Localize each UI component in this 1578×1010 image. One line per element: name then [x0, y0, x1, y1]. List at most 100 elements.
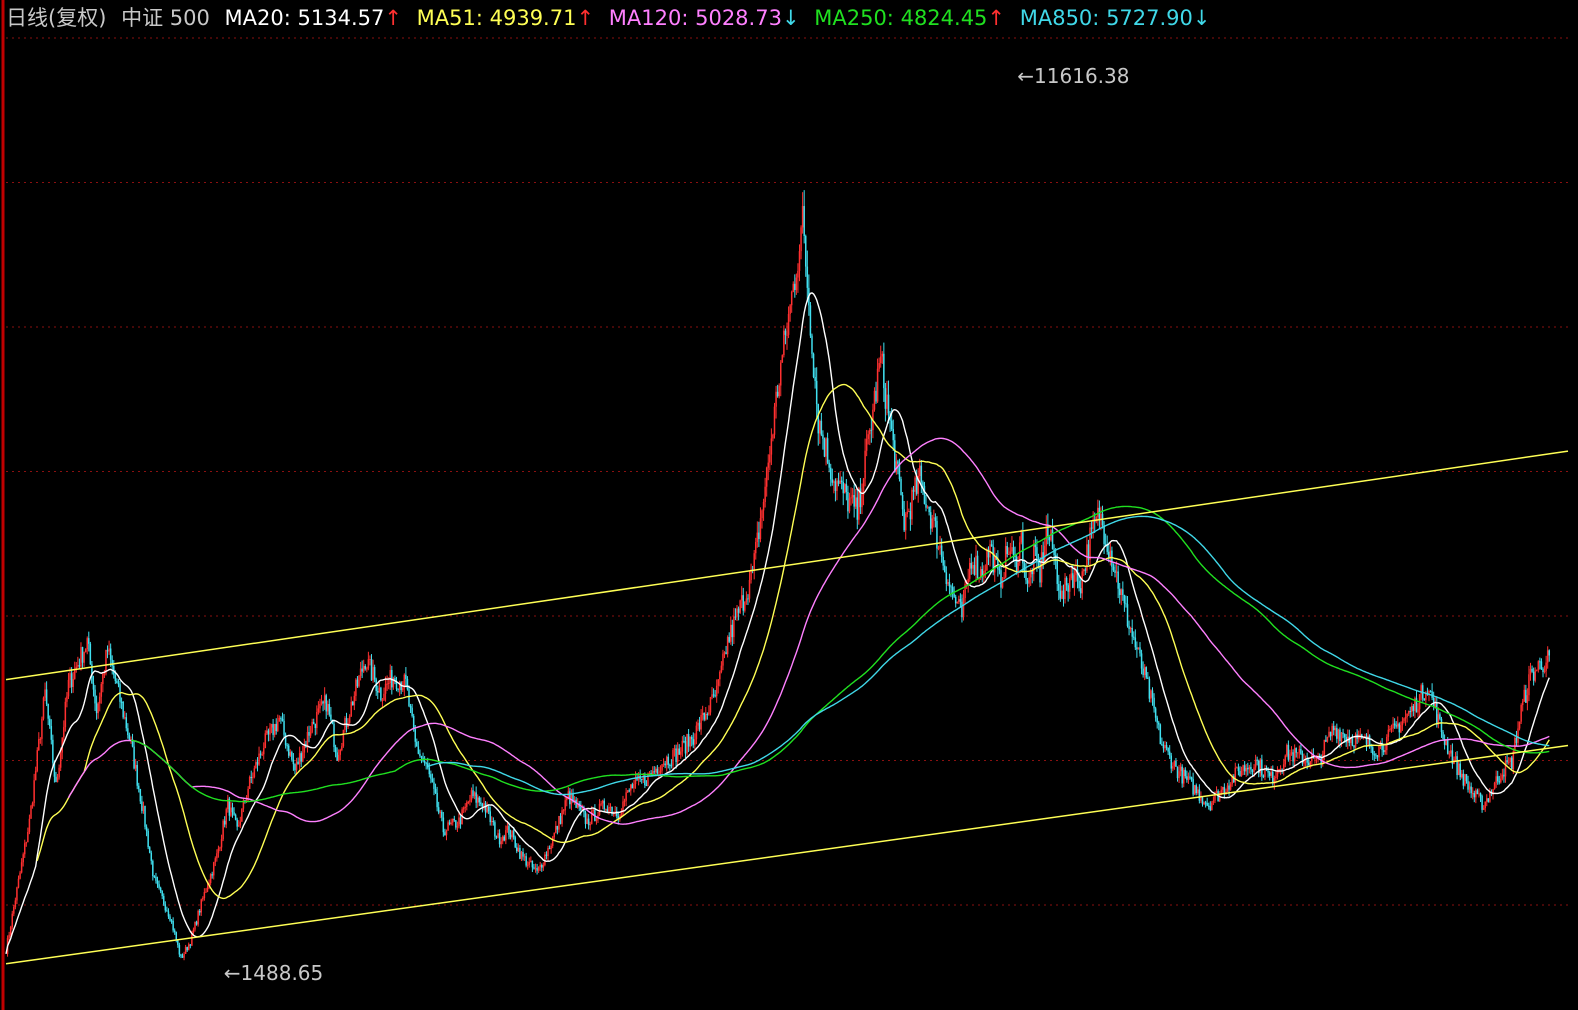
candle-body: [936, 520, 938, 549]
candle-body: [1367, 735, 1369, 745]
candle-body: [1237, 767, 1240, 772]
candle-body: [9, 927, 12, 935]
candle-body: [764, 486, 766, 503]
candle-body: [886, 394, 888, 409]
candle-body: [881, 353, 884, 357]
candle-body: [1176, 766, 1179, 779]
candle-body: [1293, 748, 1296, 762]
candle-body: [861, 495, 863, 508]
ma20-arrow: ↑: [384, 6, 402, 30]
candle-body: [1098, 507, 1101, 521]
candle-body: [715, 685, 718, 697]
candle-body: [1084, 569, 1087, 571]
candle-body: [172, 920, 174, 931]
candle-body: [559, 815, 562, 824]
candle-body: [826, 438, 829, 463]
candle-body: [961, 601, 963, 618]
candle-body: [1489, 791, 1491, 802]
candle-body: [684, 741, 687, 754]
candle-body: [1454, 756, 1457, 759]
candle-body: [514, 837, 516, 848]
candle-body: [1147, 677, 1149, 679]
candle-body: [297, 761, 299, 765]
candle-body: [1425, 693, 1427, 701]
candle-body: [1154, 708, 1157, 718]
candle-body: [1123, 595, 1126, 604]
candle-body: [473, 792, 476, 797]
candle-body: [377, 690, 379, 693]
candle-body: [86, 638, 88, 650]
candle-body: [1267, 770, 1269, 773]
candle-body: [1334, 727, 1337, 731]
candle-body: [281, 718, 284, 721]
candle-body: [773, 406, 776, 435]
candle-body: [1340, 732, 1343, 742]
candle-body: [1462, 773, 1465, 786]
candle-body: [669, 764, 671, 766]
candle-body: [159, 887, 162, 892]
candle-body: [278, 717, 281, 722]
candle-body: [1332, 725, 1335, 731]
candle-body: [551, 837, 554, 846]
candle-body: [312, 721, 315, 724]
candle-body: [316, 711, 318, 728]
candle-body: [950, 586, 952, 588]
candle-body: [533, 867, 535, 869]
candle-body: [470, 790, 473, 801]
candle-body: [41, 718, 43, 739]
candle-body: [1336, 727, 1338, 739]
candle-body: [550, 845, 552, 849]
candle-body: [967, 578, 969, 583]
candle-body: [1409, 711, 1411, 713]
candle-body: [255, 762, 257, 769]
candle-body: [655, 768, 657, 773]
candle-body: [1532, 671, 1535, 681]
candle-body: [103, 673, 106, 675]
candle-body: [1150, 690, 1152, 699]
ma850-readout: MA850: 5727.90↓: [1020, 4, 1211, 32]
candle-body: [890, 420, 893, 429]
candle-body: [336, 752, 338, 761]
candle-body: [309, 732, 312, 736]
candle-body: [223, 820, 226, 825]
candle-body: [1223, 787, 1226, 794]
candle-body: [589, 824, 591, 826]
candle-body: [1442, 732, 1444, 740]
candle-body: [661, 764, 663, 771]
candle-body: [844, 484, 846, 494]
candle-body: [673, 748, 676, 750]
candle-body: [1537, 661, 1540, 670]
candle-body: [1479, 793, 1482, 797]
candle-body: [856, 497, 859, 520]
candle-body: [776, 391, 779, 397]
candle-body: [1129, 627, 1132, 630]
candle-body: [792, 283, 794, 292]
candle-body: [497, 833, 499, 838]
candle-body: [42, 697, 45, 719]
candle-body: [405, 674, 407, 679]
candle-body: [690, 736, 693, 740]
candle-body: [870, 429, 873, 431]
candle-body: [1145, 667, 1148, 678]
candle-body: [719, 671, 721, 680]
candle-body: [1253, 767, 1255, 772]
candle-body: [1392, 723, 1394, 729]
candle-body: [134, 765, 137, 769]
candle-body: [1331, 725, 1333, 737]
candle-body: [1207, 805, 1210, 807]
candle-body: [836, 480, 838, 491]
candle-body: [1242, 765, 1244, 771]
candle-body: [56, 777, 59, 783]
candle-body: [828, 462, 830, 468]
candle-body: [416, 741, 418, 747]
candle-body: [706, 714, 709, 716]
candle-body: [1373, 754, 1376, 756]
candle-body: [1446, 740, 1449, 754]
candle-body: [55, 776, 57, 783]
candle-body: [601, 800, 604, 804]
candle-body: [489, 811, 491, 823]
candle-body: [562, 810, 565, 812]
candle-body: [1156, 717, 1158, 723]
candle-body: [858, 488, 860, 520]
candle-body: [1429, 691, 1432, 693]
